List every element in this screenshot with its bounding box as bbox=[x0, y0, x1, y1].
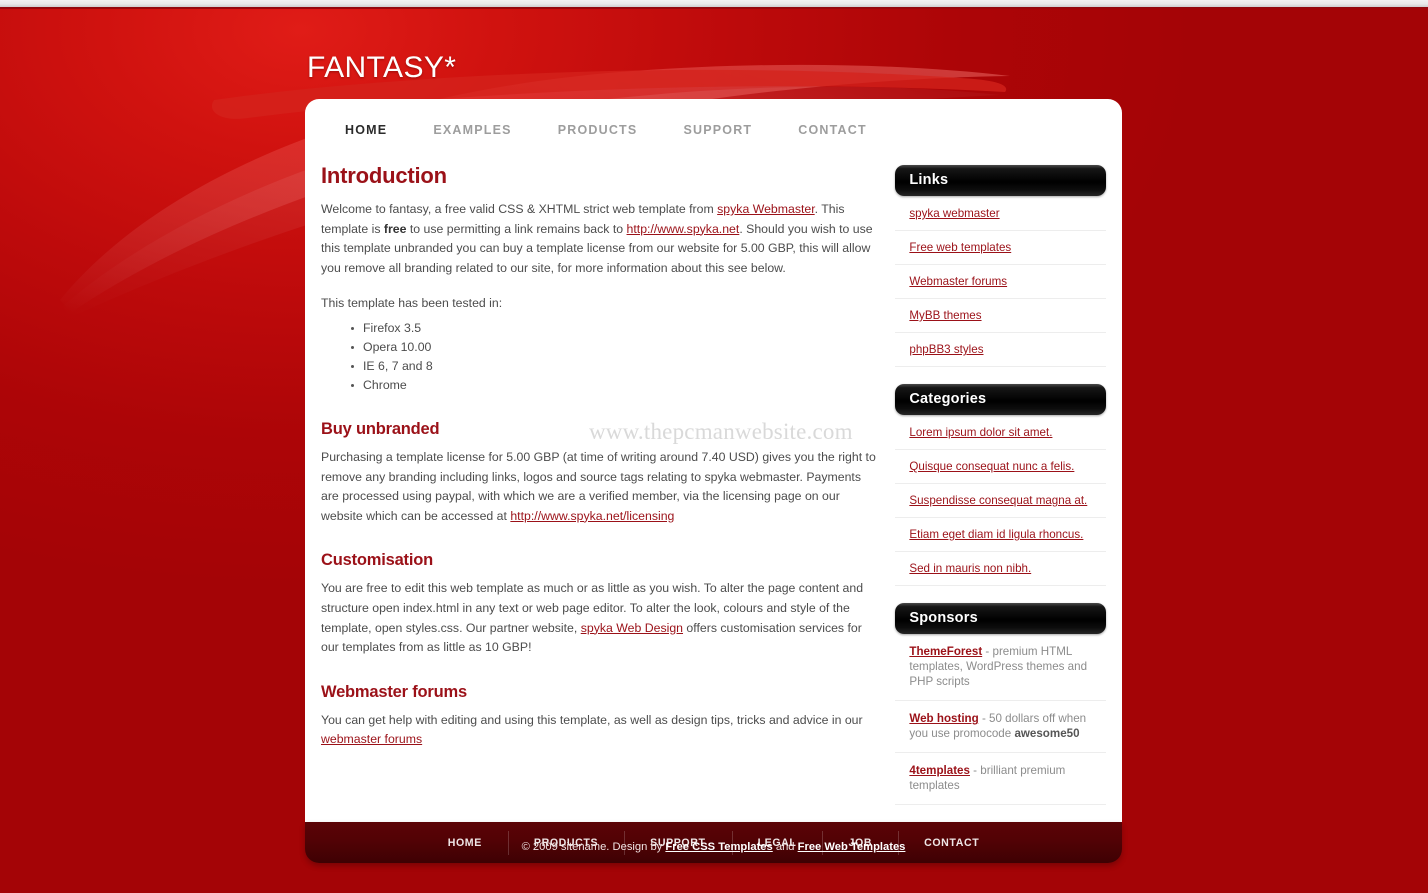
category-link-4[interactable]: Etiam eget diam id ligula rhoncus. bbox=[909, 528, 1083, 541]
list-item: 4templates - brilliant premium templates bbox=[895, 753, 1106, 805]
category-link-2[interactable]: Quisque consequat nunc a felis. bbox=[909, 460, 1074, 473]
link-free-css-templates[interactable]: Free CSS Templates bbox=[665, 841, 772, 853]
sidebar-box-sponsors: Sponsors ThemeForest - premium HTML temp… bbox=[895, 603, 1106, 805]
sponsor-link-4templates[interactable]: 4templates bbox=[909, 764, 970, 777]
content-panel: HOME EXAMPLES PRODUCTS SUPPORT CONTACT w… bbox=[305, 99, 1122, 822]
sidebar-link-spyka-webmaster[interactable]: spyka webmaster bbox=[909, 207, 999, 220]
sidebar-categories-title: Categories bbox=[895, 384, 1106, 415]
intro-text-3: to use permitting a link remains back to bbox=[406, 221, 627, 236]
sidebar-links-list: spyka webmaster Free web templates Webma… bbox=[895, 196, 1106, 367]
buy-unbranded-heading: Buy unbranded bbox=[321, 419, 440, 438]
sidebar-box-links: Links spyka webmaster Free web templates… bbox=[895, 165, 1106, 367]
site-logo: FANTASY* bbox=[307, 51, 457, 84]
sidebar-link-mybb-themes[interactable]: MyBB themes bbox=[909, 309, 981, 322]
list-item[interactable]: Suspendisse consequat magna at. bbox=[895, 484, 1106, 518]
nav-item-examples[interactable]: EXAMPLES bbox=[410, 121, 534, 139]
browser-list: Firefox 3.5 Opera 10.00 IE 6, 7 and 8 Ch… bbox=[321, 320, 877, 394]
nav-item-products[interactable]: PRODUCTS bbox=[535, 121, 661, 139]
forums-text-1: You can get help with editing and using … bbox=[321, 712, 863, 727]
columns: www.thepcmanwebsite.com Introduction Wel… bbox=[305, 151, 1122, 822]
sidebar-categories-list: Lorem ipsum dolor sit amet. Quisque cons… bbox=[895, 415, 1106, 586]
list-item[interactable]: Webmaster forums bbox=[895, 265, 1106, 299]
introduction-paragraph: Welcome to fantasy, a free valid CSS & X… bbox=[321, 200, 877, 278]
list-item: ThemeForest - premium HTML templates, Wo… bbox=[895, 634, 1106, 701]
category-link-3[interactable]: Suspendisse consequat magna at. bbox=[909, 494, 1087, 507]
tested-in-paragraph: This template has been tested in: bbox=[321, 296, 503, 311]
link-free-web-templates[interactable]: Free Web Templates bbox=[798, 841, 906, 853]
list-item: Opera 10.00 bbox=[351, 339, 877, 356]
sidebar-link-webmaster-forums[interactable]: Webmaster forums bbox=[909, 275, 1007, 288]
main-column: www.thepcmanwebsite.com Introduction Wel… bbox=[321, 151, 877, 822]
link-spyka-licensing[interactable]: http://www.spyka.net/licensing bbox=[510, 509, 674, 523]
list-item[interactable]: spyka webmaster bbox=[895, 196, 1106, 231]
list-item[interactable]: Free web templates bbox=[895, 231, 1106, 265]
customisation-heading: Customisation bbox=[321, 551, 433, 570]
webmaster-forums-paragraph: You can get help with editing and using … bbox=[321, 711, 877, 750]
sidebar-sponsors-list: ThemeForest - premium HTML templates, Wo… bbox=[895, 634, 1106, 805]
list-item[interactable]: Quisque consequat nunc a felis. bbox=[895, 450, 1106, 484]
nav-item-home[interactable]: HOME bbox=[322, 121, 410, 139]
sidebar-link-phpbb3-styles[interactable]: phpBB3 styles bbox=[909, 343, 983, 356]
intro-strong-free: free bbox=[383, 221, 407, 236]
copyright-text-1: © 2009 sitename. Design by bbox=[521, 841, 666, 853]
sponsor-promocode: awesome50 bbox=[1014, 727, 1080, 740]
link-spyka-web-design[interactable]: spyka Web Design bbox=[581, 621, 683, 635]
buy-unbranded-paragraph: Purchasing a template license for 5.00 G… bbox=[321, 448, 877, 526]
top-border-line bbox=[0, 0, 1428, 7]
category-link-5[interactable]: Sed in mauris non nibh. bbox=[909, 562, 1031, 575]
webmaster-forums-heading: Webmaster forums bbox=[321, 682, 467, 701]
sidebar: Links spyka webmaster Free web templates… bbox=[895, 151, 1106, 822]
nav-item-support[interactable]: SUPPORT bbox=[660, 121, 775, 139]
sidebar-box-categories: Categories Lorem ipsum dolor sit amet. Q… bbox=[895, 384, 1106, 586]
nav-link-examples[interactable]: EXAMPLES bbox=[410, 121, 534, 139]
top-border-shadow bbox=[0, 7, 1428, 9]
link-webmaster-forums[interactable]: webmaster forums bbox=[321, 732, 422, 746]
intro-text-1: Welcome to fantasy, a free valid CSS & X… bbox=[321, 202, 718, 216]
customisation-paragraph: You are free to edit this web template a… bbox=[321, 579, 877, 657]
list-item[interactable]: Etiam eget diam id ligula rhoncus. bbox=[895, 518, 1106, 552]
page-wrapper: HOME EXAMPLES PRODUCTS SUPPORT CONTACT w… bbox=[305, 99, 1122, 863]
sidebar-link-free-web-templates[interactable]: Free web templates bbox=[909, 241, 1011, 254]
copyright-line: © 2009 sitename. Design by Free CSS Temp… bbox=[305, 840, 1122, 854]
nav-link-products[interactable]: PRODUCTS bbox=[535, 121, 661, 139]
category-link-1[interactable]: Lorem ipsum dolor sit amet. bbox=[909, 426, 1052, 439]
copyright-text-2: and bbox=[772, 841, 798, 853]
link-spyka-webmaster[interactable]: spyka Webmaster bbox=[717, 202, 815, 216]
list-item[interactable]: Lorem ipsum dolor sit amet. bbox=[895, 415, 1106, 450]
list-item: Firefox 3.5 bbox=[351, 320, 877, 337]
sidebar-sponsors-title: Sponsors bbox=[895, 603, 1106, 634]
list-item: Chrome bbox=[351, 377, 877, 394]
link-spyka-net[interactable]: http://www.spyka.net bbox=[627, 222, 740, 236]
nav-link-support[interactable]: SUPPORT bbox=[660, 121, 775, 139]
list-item: IE 6, 7 and 8 bbox=[351, 358, 877, 375]
list-item[interactable]: phpBB3 styles bbox=[895, 333, 1106, 367]
main-navigation: HOME EXAMPLES PRODUCTS SUPPORT CONTACT bbox=[305, 99, 1122, 151]
sponsor-link-themeforest[interactable]: ThemeForest bbox=[909, 645, 982, 658]
sidebar-links-title: Links bbox=[895, 165, 1106, 196]
nav-link-home[interactable]: HOME bbox=[322, 121, 410, 139]
list-item[interactable]: Sed in mauris non nibh. bbox=[895, 552, 1106, 586]
main-nav-list: HOME EXAMPLES PRODUCTS SUPPORT CONTACT bbox=[322, 121, 1122, 139]
list-item[interactable]: MyBB themes bbox=[895, 299, 1106, 333]
nav-link-contact[interactable]: CONTACT bbox=[775, 121, 890, 139]
introduction-heading: Introduction bbox=[321, 163, 447, 188]
nav-item-contact[interactable]: CONTACT bbox=[775, 121, 890, 139]
list-item: Web hosting - 50 dollars off when you us… bbox=[895, 701, 1106, 753]
sponsor-link-web-hosting[interactable]: Web hosting bbox=[909, 712, 978, 725]
